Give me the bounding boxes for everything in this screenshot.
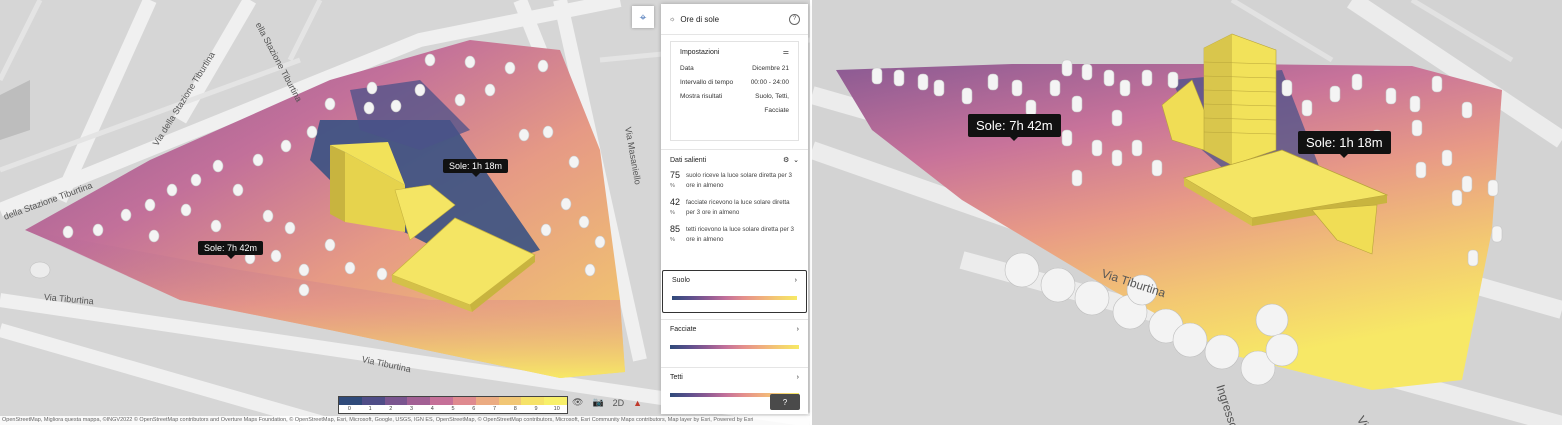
- stat-unit: %: [670, 237, 675, 243]
- setting-value: 00:00 - 24:00: [750, 79, 789, 86]
- legend-swatch: [452, 397, 476, 405]
- stat-value: 42: [670, 197, 681, 207]
- sun-hours-panel: ☼ Ore di sole ? Impostazioni ⚌ Data Dice…: [661, 4, 808, 414]
- layer-label: Facciate: [670, 326, 697, 333]
- layer-label: Suolo: [672, 277, 690, 284]
- view-2d-button[interactable]: 2D: [613, 398, 625, 408]
- sliders-icon[interactable]: ⚌: [783, 48, 789, 56]
- sun-label-low-left: Sole: 7h 42m: [198, 241, 264, 259]
- setting-row-results: Mostra risultati Suolo, Tetti, Facciate: [680, 93, 789, 118]
- legend-swatch: [521, 397, 545, 405]
- setting-label: Intervallo di tempo: [680, 79, 734, 86]
- legend-ticks: 0 1 2 3 4 5 6 7 8 9 10: [339, 405, 567, 413]
- stat-facades: 42% facciate ricevono la luce solare dir…: [670, 198, 799, 218]
- settings-card[interactable]: Impostazioni ⚌ Data Dicembre 21 Interval…: [670, 41, 799, 141]
- setting-row-date: Data Dicembre 21: [680, 65, 789, 72]
- legend-tick: 6: [472, 406, 476, 412]
- stat-value: 75: [670, 170, 681, 180]
- layer-facades[interactable]: Facciate ›: [661, 319, 808, 361]
- legend-swatch: [498, 397, 522, 405]
- gear-icon[interactable]: ⚙: [783, 157, 789, 164]
- legend-swatch: [407, 397, 431, 405]
- panel-title: Ore di sole: [680, 14, 720, 24]
- sun-label-high-left: Sole: 1h 18m: [443, 159, 509, 177]
- legend-tick: 0: [347, 406, 351, 412]
- layer-gradient: [672, 296, 797, 300]
- stat-description: tetti ricevono la luce solare diretta pe…: [686, 226, 794, 243]
- legend-swatch: [430, 397, 453, 405]
- legend-tick: 10: [553, 406, 560, 412]
- layer-label: Tetti: [670, 374, 683, 381]
- legend-color-bar: [339, 397, 567, 405]
- legend-swatch: [339, 397, 362, 405]
- legend-swatch: [544, 397, 567, 405]
- setting-row-time: Intervallo di tempo 00:00 - 24:00: [680, 79, 789, 86]
- chevron-right-icon: ›: [796, 326, 799, 333]
- sun-icon: ☼: [669, 15, 676, 23]
- legend-tick: 4: [430, 406, 434, 412]
- settings-title: Impostazioni: [680, 48, 720, 56]
- view-toolbar: 👁 📷 2D ▲: [572, 397, 642, 408]
- help-icon[interactable]: ?: [789, 13, 800, 25]
- legend-swatch: [475, 397, 499, 405]
- chevron-down-icon[interactable]: ⌄: [793, 157, 799, 164]
- stat-value: 85: [670, 224, 681, 234]
- layer-gradient: [670, 345, 799, 349]
- legend-swatch: [384, 397, 408, 405]
- sun-label-high-right: Sole: 1h 18m: [1298, 131, 1391, 158]
- stat-roofs: 85% tetti ricevono la luce solare dirett…: [670, 225, 799, 245]
- compass-icon[interactable]: ▲: [633, 398, 642, 408]
- map-view-right[interactable]: Via Tiburtina Ingresso Via Sole: 7h 42m …: [812, 0, 1562, 425]
- setting-value: Suolo, Tetti, Facciate: [755, 93, 789, 114]
- map-attribution: OpenStreetMap, Migliora questa mappa, ©I…: [0, 416, 810, 425]
- setting-value: Dicembre 21: [752, 65, 789, 72]
- chevron-right-icon: ›: [796, 374, 799, 381]
- legend-tick: 3: [410, 406, 414, 412]
- legend-tick: 7: [492, 406, 497, 412]
- stat-description: facciate ricevono la luce solare diretta…: [686, 199, 790, 216]
- crosshair-icon: ⌖: [639, 9, 647, 24]
- stat-unit: %: [670, 210, 675, 216]
- legend-swatch: [361, 397, 385, 405]
- legend-tick: 5: [451, 406, 455, 412]
- highlights-title: Dati salienti: [670, 156, 707, 164]
- highlights-section: Dati salienti ⚙ ⌄ 75% suolo riceve la lu…: [661, 149, 808, 266]
- stat-ground: 75% suolo riceve la luce solare diretta …: [670, 171, 799, 191]
- map-canvas-right: [812, 0, 1562, 425]
- eye-icon[interactable]: 👁: [572, 397, 583, 408]
- sun-label-low-right: Sole: 7h 42m: [968, 114, 1061, 141]
- layer-ground[interactable]: Suolo ›: [662, 270, 807, 313]
- legend-tick: 8: [513, 406, 517, 412]
- panel-header: ☼ Ore di sole ?: [661, 4, 808, 35]
- setting-label: Mostra risultati: [680, 93, 723, 100]
- question-button[interactable]: ?: [770, 394, 800, 410]
- legend-tick: 2: [389, 406, 393, 412]
- setting-label: Data: [680, 65, 694, 72]
- legend-tick: 9: [534, 406, 538, 412]
- stat-unit: %: [670, 183, 675, 189]
- locate-button[interactable]: ⌖: [632, 6, 654, 28]
- legend-tick: 1: [368, 406, 372, 412]
- chevron-right-icon: ›: [794, 277, 797, 284]
- stat-description: suolo riceve la luce solare diretta per …: [686, 172, 792, 189]
- sun-hours-legend: 0 1 2 3 4 5 6 7 8 9 10: [338, 396, 568, 414]
- camera-icon[interactable]: 📷: [592, 397, 603, 408]
